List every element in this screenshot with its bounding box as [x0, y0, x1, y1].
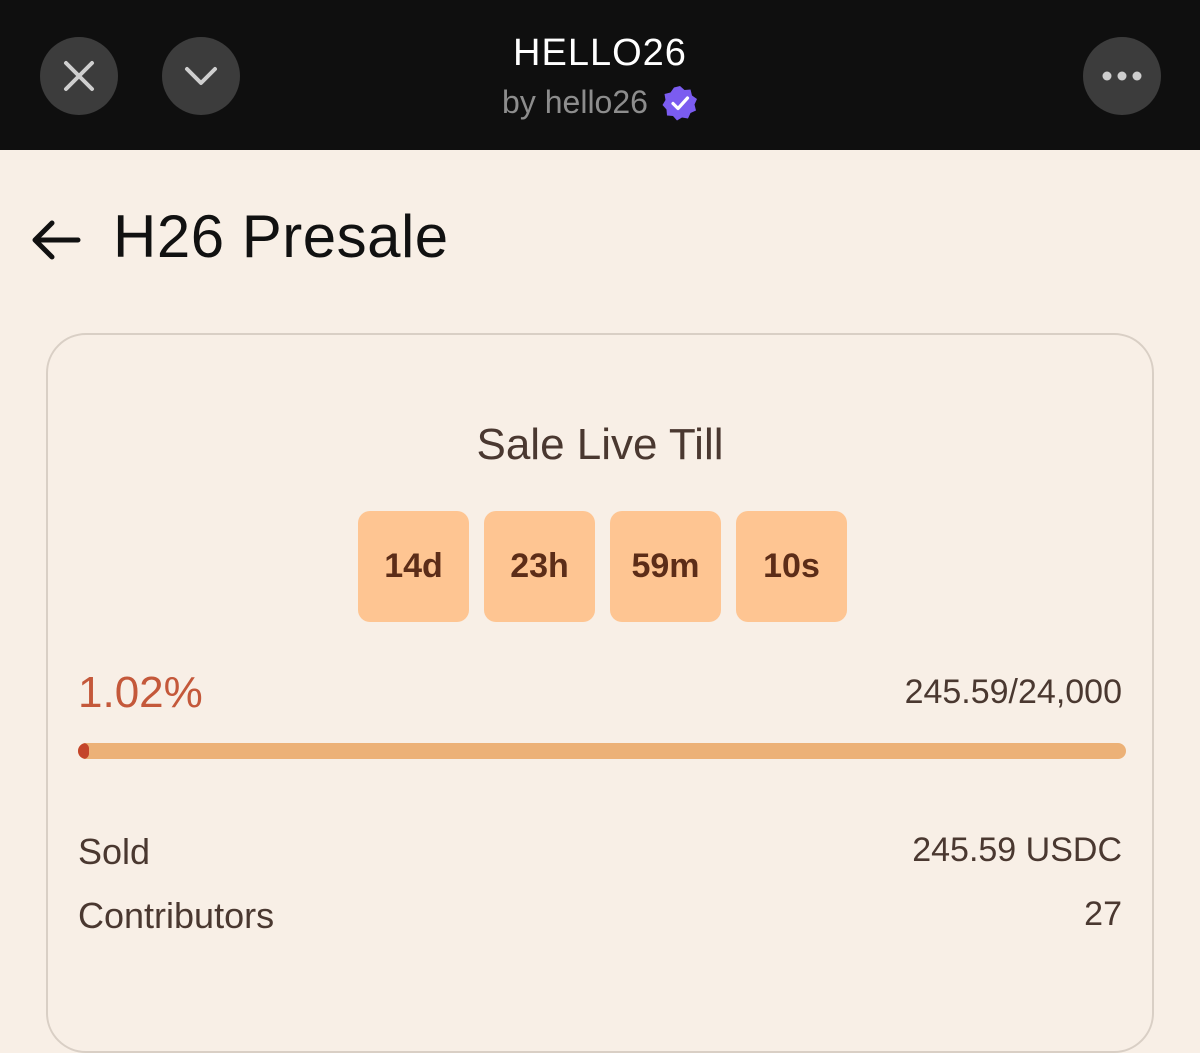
progress-percent: 1.02% [78, 668, 203, 717]
presale-card: Sale Live Till 14d 23h 59m 10s 1.02% 245… [46, 333, 1154, 1053]
countdown-hours: 23h [484, 511, 595, 622]
progress-bar [78, 743, 1126, 759]
contributors-value: 27 [1084, 895, 1122, 933]
arrow-left-icon[interactable] [30, 218, 82, 262]
more-options-button[interactable] [1083, 37, 1161, 115]
sold-label: Sold [78, 831, 151, 872]
countdown-timer: 14d 23h 59m 10s [358, 511, 847, 622]
page-title: H26 Presale [113, 203, 449, 270]
bot-subtitle-row: by hello26 [0, 84, 1200, 121]
countdown-days: 14d [358, 511, 469, 622]
bot-subtitle: by hello26 [502, 84, 648, 120]
presale-page: H26 Presale Sale Live Till 14d 23h 59m 1… [0, 150, 1200, 1053]
more-horizontal-icon [1102, 71, 1142, 81]
sold-value: 245.59 USDC [912, 831, 1122, 869]
contributors-label: Contributors [78, 895, 275, 936]
countdown-seconds: 10s [736, 511, 847, 622]
progress-bar-fill [78, 743, 89, 759]
progress-amount: 245.59/24,000 [904, 673, 1122, 711]
verified-badge-icon [662, 85, 697, 120]
sale-heading: Sale Live Till [476, 420, 724, 469]
top-bar: HELLO26 by hello26 [0, 0, 1200, 150]
countdown-minutes: 59m [610, 511, 721, 622]
bot-title: HELLO26 [513, 32, 687, 74]
